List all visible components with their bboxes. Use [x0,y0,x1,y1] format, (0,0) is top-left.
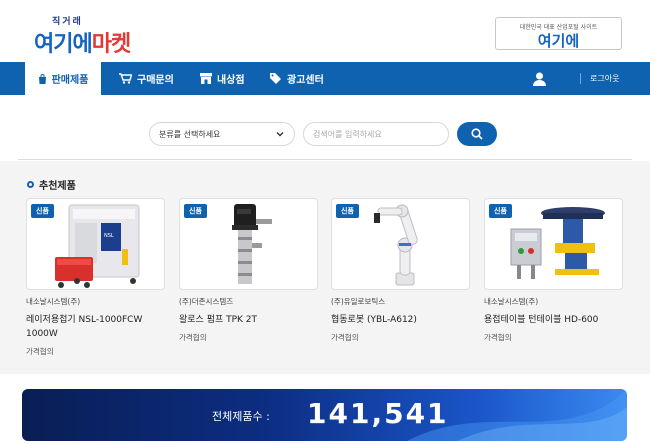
product-image[interactable]: 신품 NSL [26,198,165,290]
nav-separator [580,73,581,84]
product-price: 가격협의 [26,347,54,356]
nav-item-my-store[interactable]: 내상점 [200,62,245,95]
partner-logo[interactable]: 대한민국 대표 산업포털 사이트 여기에 [495,17,622,50]
total-products-count: 141,541 [307,397,449,430]
logo-title-part-b: 마켓 [91,32,131,57]
category-select[interactable]: 분류를 선택하세요 [149,122,295,146]
product-name[interactable]: 레이저용접기 NSL-1000FCW 1000W [26,313,165,341]
nav-item-sales-products[interactable]: 판매제품 [25,62,101,95]
header: 직거래 여기에마켓 대한민국 대표 산업포털 사이트 여기에 [0,0,650,62]
search-area: 분류를 선택하세요 검색어를 입력하세요 [0,95,650,161]
logo-title-part-a: 여기에 [34,32,93,57]
search-button[interactable] [457,122,497,146]
product-price: 가격협의 [484,333,512,342]
total-products-label: 전체제품수 : [212,410,270,423]
recommended-section: 추천제품 신품 NSL 내소날시스템(주) 레이저용접기 NSL-1000FCW… [0,161,650,374]
logout-link[interactable]: 로그아웃 [590,62,619,95]
section-title: 추천제품 [27,177,76,192]
partner-logo-title: 여기에 [537,32,580,50]
logo-title: 여기에마켓 [34,26,131,58]
circle-bullet-icon [27,181,34,188]
cart-icon [119,73,132,84]
product-name[interactable]: 협동로봇 (YBL-A612) [331,313,470,327]
user-icon[interactable] [533,71,546,90]
nav-item-label: 광고센터 [287,75,324,86]
store-icon [200,73,212,84]
category-select-value: 분류를 선택하세요 [159,129,221,139]
product-company: 내소날시스템(주) [26,297,81,306]
product-price: 가격협의 [179,333,207,342]
shopping-bag-icon [38,73,47,84]
search-placeholder: 검색어를 입력하세요 [313,129,382,139]
product-card[interactable]: 신품 내소날시스템(주) 용접테이블 턴테이블 HD-600 가격협의 [484,198,623,343]
product-company: (주)더존시스템즈 [179,297,234,306]
section-title-label: 추천제품 [39,181,76,192]
nav-item-label: 구매문의 [137,75,174,86]
badge: 신품 [489,204,512,218]
product-company: 내소날시스템(주) [484,297,539,306]
nav-item-label: 내상점 [217,75,245,86]
badge: 신품 [184,204,207,218]
chevron-down-icon [275,129,285,141]
product-card[interactable]: 신품 (주)유일로보틱스 협동로봇 (YBL-A612) 가격협의 [331,198,470,343]
badge: 신품 [336,204,359,218]
site-logo[interactable]: 직거래 여기에마켓 [34,14,154,57]
product-image[interactable]: 신품 [331,198,470,290]
nav-item-label: 판매제품 [51,75,89,86]
product-image[interactable]: 신품 [179,198,318,290]
product-card[interactable]: 신품 NSL 내소날시스템(주) 레이저용접기 NSL-1000FCW 1000… [26,198,165,357]
nav-item-ad-center[interactable]: 광고센터 [270,62,324,95]
svg-text:NSL: NSL [104,233,114,239]
product-company: (주)유일로보틱스 [331,297,386,306]
product-name[interactable]: 용접테이블 턴테이블 HD-600 [484,313,623,327]
badge: 신품 [31,204,54,218]
search-icon [471,125,483,144]
product-image[interactable]: 신품 [484,198,623,290]
divider [18,159,632,160]
total-products-banner: 전체제품수 : 141,541 [22,389,627,441]
product-price: 가격협의 [331,333,359,342]
main-nav: 판매제품 구매문의 내상점 광고센터 로그아웃 [0,62,650,95]
search-input[interactable]: 검색어를 입력하세요 [303,122,449,146]
product-card[interactable]: 신품 (주)더존시스템즈 왈로스 펌프 TPK 2T 가격협의 [179,198,318,343]
product-name[interactable]: 왈로스 펌프 TPK 2T [179,313,318,327]
tags-icon [270,73,282,84]
nav-item-purchase-inquiry[interactable]: 구매문의 [119,62,174,95]
